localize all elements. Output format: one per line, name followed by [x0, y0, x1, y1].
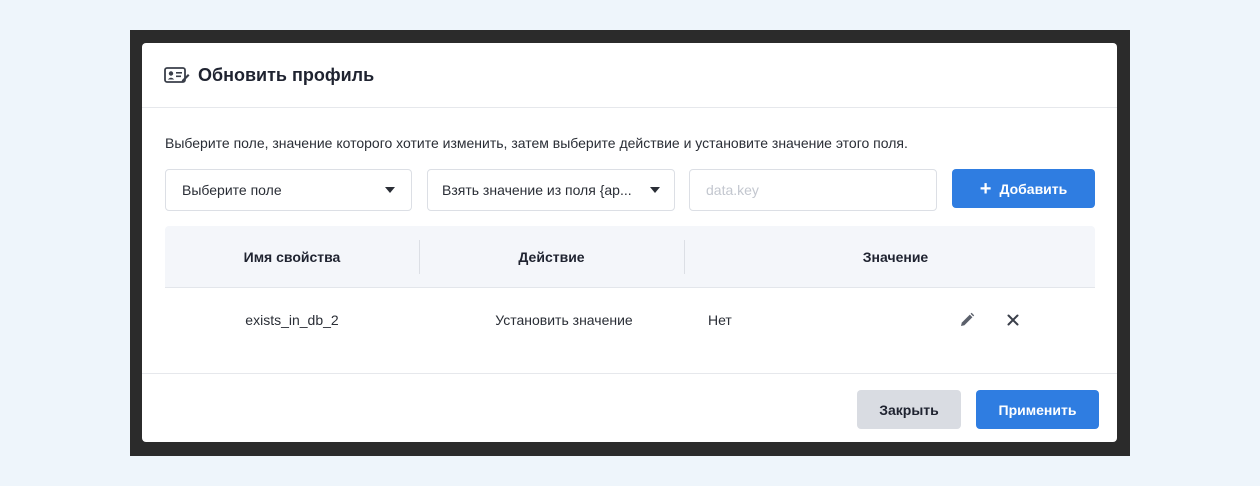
pencil-icon[interactable]	[958, 311, 976, 329]
add-button[interactable]: + Добавить	[952, 169, 1095, 208]
value-input[interactable]	[704, 181, 922, 199]
table-header: Имя свойства Действие Значение	[165, 226, 1095, 288]
column-header-value: Значение	[862, 248, 929, 265]
modal-title: Обновить профиль	[198, 64, 375, 85]
cell-action: Установить значение	[495, 312, 633, 328]
column-header-property: Имя свойства	[243, 248, 341, 265]
profile-card-icon	[164, 65, 190, 85]
close-icon[interactable]	[1004, 311, 1022, 329]
action-select[interactable]: Взять значение из поля {ap...	[427, 169, 675, 211]
field-select-value: Выберите поле	[182, 182, 282, 198]
instruction-text: Выберите поле, значение которого хотите …	[165, 135, 908, 151]
value-field-wrapper	[689, 169, 937, 211]
apply-button[interactable]: Применить	[976, 390, 1099, 429]
column-header-action: Действие	[518, 248, 585, 265]
cell-property: exists_in_db_2	[245, 312, 339, 328]
caret-down-icon	[650, 187, 660, 193]
add-button-label: Добавить	[999, 180, 1068, 197]
cell-value: Нет	[708, 312, 732, 328]
field-select[interactable]: Выберите поле	[165, 169, 412, 211]
action-select-value: Взять значение из поля {ap...	[442, 182, 632, 198]
table-row: exists_in_db_2 Установить значение Нет	[165, 289, 1095, 351]
update-profile-modal: Обновить профиль Выберите поле, значение…	[142, 43, 1117, 442]
modal-header: Обновить профиль	[142, 43, 1117, 108]
plus-icon: +	[979, 177, 992, 200]
close-button[interactable]: Закрыть	[857, 390, 961, 429]
modal-footer: Закрыть Применить	[142, 373, 1117, 442]
caret-down-icon	[385, 187, 395, 193]
